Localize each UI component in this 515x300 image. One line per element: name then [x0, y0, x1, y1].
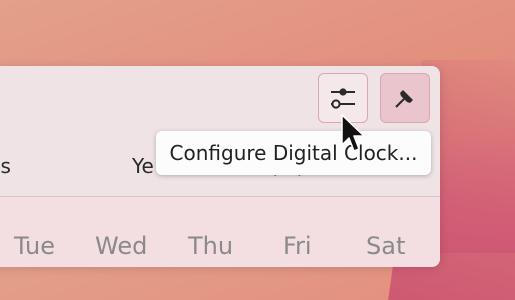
- weekday-fri: Fri: [283, 232, 312, 260]
- weekday-sat: Sat: [366, 232, 406, 260]
- tab-years[interactable]: Ye: [132, 154, 154, 178]
- sliders-icon: [331, 88, 355, 109]
- pin-icon: [395, 90, 413, 108]
- mouse-cursor-icon: [341, 114, 365, 152]
- weekday-tue: Tue: [14, 232, 55, 260]
- tooltip: Configure Digital Clock...: [156, 131, 431, 175]
- tab-months[interactable]: ths: [0, 154, 11, 178]
- pin-button[interactable]: [380, 73, 430, 123]
- weekday-wed: Wed: [95, 232, 148, 260]
- weekday-thu: Thu: [188, 232, 234, 260]
